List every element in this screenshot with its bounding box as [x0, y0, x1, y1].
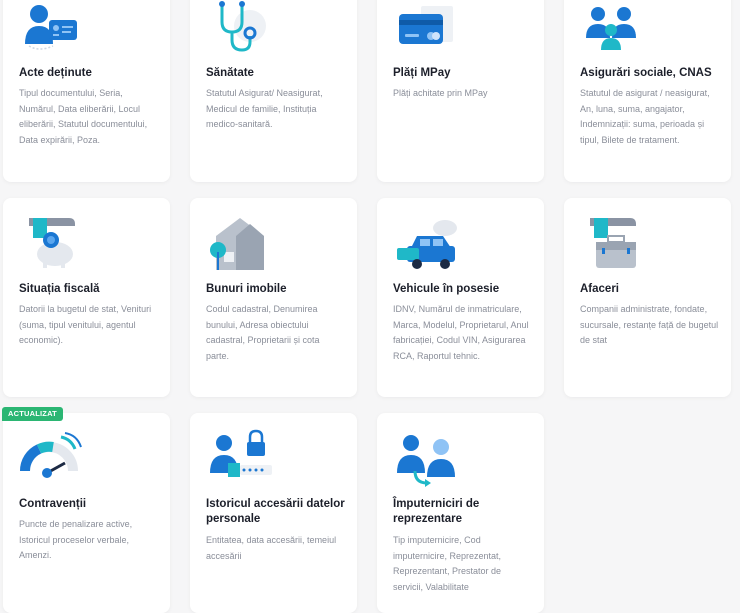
card-contraventii[interactable]: Contravenții Puncte de penalizare active…: [3, 413, 170, 613]
card-description: Statutul de asigurat / neasigurat, An, l…: [580, 88, 710, 146]
credit-card-icon: [393, 0, 465, 56]
card-description: Tipul documentului, Seria, Numărul, Data…: [19, 88, 148, 146]
card-title: Istoricul accesării datelor personale: [206, 498, 345, 525]
card-description: Datorii la bugetul de stat, Venituri (su…: [19, 304, 152, 346]
card-asigurari-sociale[interactable]: Asigurări sociale, CNAS Statutul de asig…: [564, 0, 731, 182]
house-icon: [206, 212, 278, 272]
card-title: Acte deținute: [19, 67, 92, 79]
card-description: Entitatea, data accesării, temeiul acces…: [206, 535, 337, 561]
card-bunuri-imobile[interactable]: Bunuri imobile Codul cadastral, Denumire…: [190, 198, 357, 397]
briefcase-icon: [580, 212, 652, 272]
family-icon: [580, 0, 652, 56]
card-vehicule[interactable]: Vehicule în posesie IDNV, Numărul de inm…: [377, 198, 544, 397]
card-istoricul-accesarii[interactable]: Istoricul accesării datelor personale En…: [190, 413, 357, 613]
card-title: Bunuri imobile: [206, 283, 287, 295]
stethoscope-icon: [206, 0, 278, 56]
services-grid: Acte deținute Tipul documentului, Seria,…: [0, 0, 740, 613]
card-description: IDNV, Numărul de inmatriculare, Marca, M…: [393, 304, 529, 362]
id-card-icon: [19, 0, 91, 56]
card-situatia-fiscala[interactable]: Situația fiscală Datorii la bugetul de s…: [3, 198, 170, 397]
card-description: Puncte de penalizare active, Istoricul p…: [19, 519, 133, 561]
card-title: Plăți MPay: [393, 67, 451, 79]
card-description: Companii administrate, fondate, sucursal…: [580, 304, 719, 346]
user-lock-icon: [206, 429, 278, 489]
representatives-icon: [393, 429, 465, 489]
card-sanatate[interactable]: Sănătate Statutul Asigurat/ Neasigurat, …: [190, 0, 357, 182]
card-title: Împuterniciri de reprezentare: [393, 498, 480, 525]
card-title: Contravenții: [19, 498, 87, 510]
card-afaceri[interactable]: Afaceri Companii administrate, fondate, …: [564, 198, 731, 397]
card-imputerniciri[interactable]: Împuterniciri de reprezentare Tip impute…: [377, 413, 544, 613]
card-title: Sănătate: [206, 67, 254, 79]
updated-badge: ACTUALIZAT: [2, 407, 63, 421]
speedometer-icon: [19, 429, 91, 489]
card-acte-detinute[interactable]: Acte deținute Tipul documentului, Seria,…: [3, 0, 170, 182]
card-title: Vehicule în posesie: [393, 283, 500, 295]
car-icon: [393, 212, 465, 272]
card-title: Afaceri: [580, 283, 619, 295]
card-description: Codul cadastral, Denumirea bunului, Adre…: [206, 304, 320, 362]
card-title: Asigurări sociale, CNAS: [580, 67, 712, 79]
card-description: Tip imputernicire, Cod imputernicire, Re…: [393, 535, 502, 593]
card-description: Statutul Asigurat/ Neasigurat, Medicul d…: [206, 88, 323, 130]
piggy-bank-icon: [19, 212, 91, 272]
card-title: Situația fiscală: [19, 283, 100, 295]
card-plati-mpay[interactable]: Plăți MPay Plăți achitate prin MPay: [377, 0, 544, 182]
card-description: Plăți achitate prin MPay: [393, 88, 488, 98]
